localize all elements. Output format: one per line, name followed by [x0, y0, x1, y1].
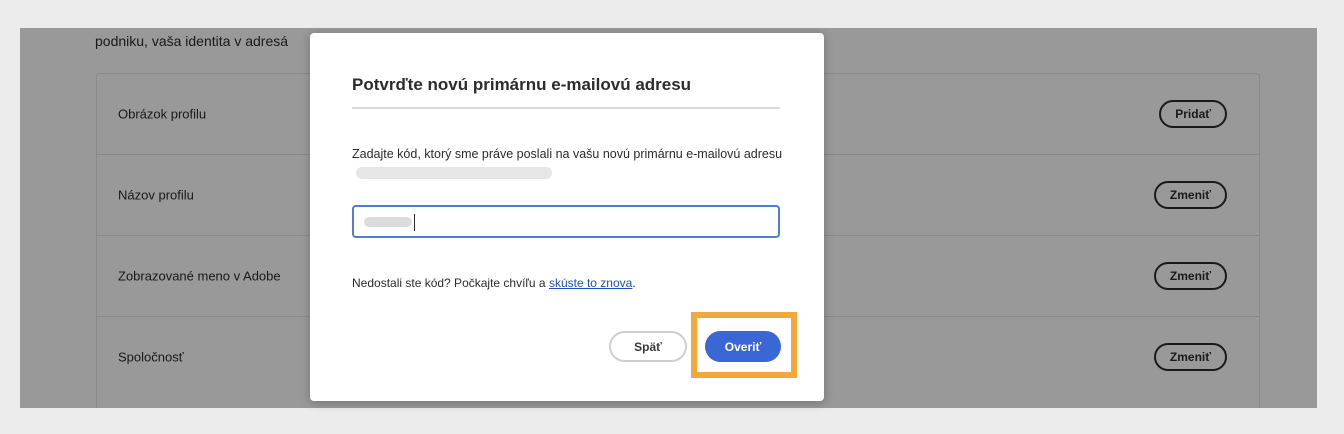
- confirm-email-dialog: Potvrďte novú primárnu e-mailovú adresu …: [310, 33, 824, 401]
- back-button[interactable]: Späť: [609, 331, 687, 362]
- verify-button[interactable]: Overiť: [705, 331, 781, 362]
- resend-prefix: Nedostali ste kód? Počkajte chvíľu a: [352, 276, 549, 290]
- resend-text: Nedostali ste kód? Počkajte chvíľu a skú…: [352, 276, 636, 290]
- verification-code-input[interactable]: [352, 205, 780, 238]
- text-caret: [414, 214, 415, 231]
- resend-link[interactable]: skúste to znova: [549, 276, 632, 290]
- dialog-title: Potvrďte novú primárnu e-mailovú adresu: [352, 75, 692, 94]
- dialog-divider: [352, 107, 780, 109]
- redacted-code: [364, 217, 412, 227]
- dialog-description-text: Zadajte kód, ktorý sme práve poslali na …: [352, 147, 783, 161]
- redacted-email: [356, 166, 552, 179]
- resend-suffix: .: [632, 276, 636, 290]
- dialog-description: Zadajte kód, ktorý sme práve poslali na …: [352, 145, 792, 181]
